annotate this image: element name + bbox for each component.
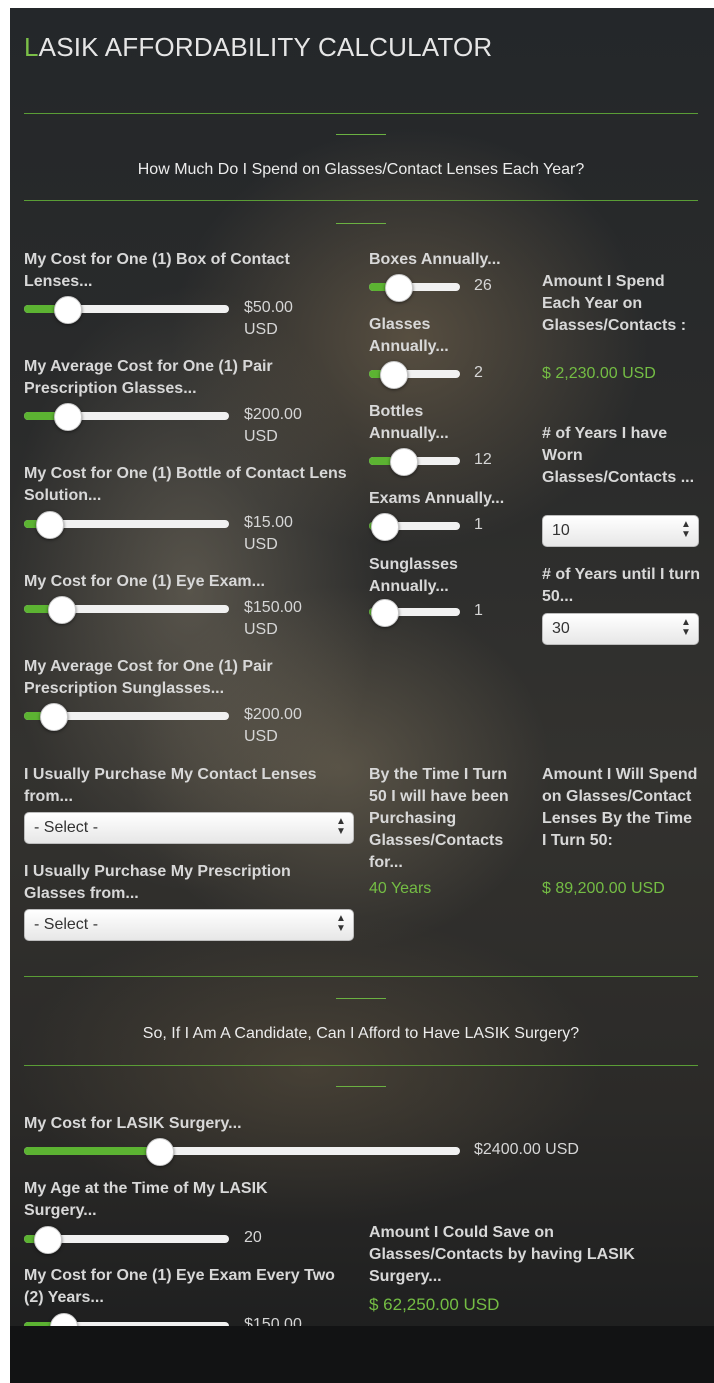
divider	[24, 976, 698, 977]
lasik-age-label: My Age at the Time of My LASIK Surgery..…	[24, 1180, 268, 1219]
biennial-exam-cost-label: My Cost for One (1) Eye Exam Every Two (…	[24, 1267, 335, 1306]
total-spend-label: Amount I Will Spend on Glasses/Contact L…	[542, 766, 698, 849]
years-purchasing-value: 40 Years	[369, 880, 432, 897]
sunglasses-annually-slider[interactable]	[369, 595, 460, 629]
solution-cost-label: My Cost for One (1) Bottle of Contact Le…	[24, 465, 347, 504]
exams-annually-label: Exams Annually...	[369, 490, 505, 507]
years-until-50-select[interactable]: 30 ▲ ▼	[542, 613, 699, 645]
calculator-panel: LASIK AFFORDABILITY CALCULATOR How Much …	[10, 8, 714, 1383]
sunglasses-cost-value: $200.00	[244, 706, 302, 723]
contacts-source-label: I Usually Purchase My Contact Lenses fro…	[24, 766, 317, 805]
contact-box-cost-unit: USD	[244, 321, 278, 338]
eye-exam-cost-unit: USD	[244, 621, 278, 638]
updown-caret-icon: ▲ ▼	[681, 617, 691, 638]
boxes-annually-label: Boxes Annually...	[369, 251, 501, 268]
slider-thumb[interactable]	[371, 513, 399, 541]
savings-value: $ 62,250.00 USD	[369, 1295, 500, 1314]
updown-caret-icon: ▲ ▼	[336, 816, 346, 837]
sunglasses-annually-value: 1	[474, 602, 483, 619]
glasses-cost-unit: USD	[244, 428, 278, 445]
slider-thumb[interactable]	[54, 403, 82, 431]
solution-cost-value: $15.00	[244, 514, 293, 531]
divider-accent	[336, 134, 386, 135]
slider-thumb[interactable]	[40, 703, 68, 731]
title-first-letter: L	[24, 32, 39, 62]
biennial-exam-cost-slider[interactable]	[24, 1309, 229, 1343]
lasik-cost-slider[interactable]	[24, 1134, 460, 1168]
biennial-exam-cost-value: $150.00	[244, 1316, 302, 1333]
years-worn-label: # of Years I have Worn Glasses/Contacts …	[542, 425, 695, 486]
slider-thumb[interactable]	[371, 599, 399, 627]
annual-spend-label: Amount I Spend Each Year on Glasses/Cont…	[542, 273, 687, 334]
years-worn-selected: 10	[552, 522, 570, 539]
contacts-source-selected: - Select -	[34, 819, 99, 836]
divider-accent	[336, 223, 386, 224]
updown-caret-icon: ▲ ▼	[336, 913, 346, 934]
boxes-annually-value: 26	[474, 277, 492, 294]
biennial-exam-cost-unit: USD	[244, 1338, 278, 1355]
annual-spend-value: $ 2,230.00 USD	[542, 365, 656, 382]
divider-accent	[336, 998, 386, 999]
glasses-cost-value: $200.00	[244, 406, 302, 423]
slider-thumb[interactable]	[146, 1138, 174, 1166]
section-heading-spend: How Much Do I Spend on Glasses/Contact L…	[137, 161, 585, 178]
exams-annually-value: 1	[474, 516, 483, 533]
slider-thumb[interactable]	[54, 296, 82, 324]
glasses-annually-value: 2	[474, 364, 483, 381]
solution-cost-slider[interactable]	[24, 507, 229, 541]
lasik-cost-label: My Cost for LASIK Surgery...	[24, 1115, 242, 1132]
savings-label: Amount I Could Save on Glasses/Contacts …	[369, 1224, 635, 1285]
sunglasses-cost-label: My Average Cost for One (1) Pair Prescri…	[24, 658, 273, 697]
total-spend-value: $ 89,200.00 USD	[542, 880, 665, 897]
bottles-annually-label: Bottles Annually...	[369, 403, 449, 442]
bottles-annually-slider[interactable]	[369, 444, 460, 478]
contact-box-cost-label: My Cost for One (1) Box of Contact Lense…	[24, 251, 290, 290]
slider-thumb[interactable]	[48, 596, 76, 624]
sunglasses-cost-unit: USD	[244, 728, 278, 745]
years-until-50-selected: 30	[552, 620, 570, 637]
eye-exam-cost-slider[interactable]	[24, 592, 229, 626]
page-title: LASIK AFFORDABILITY CALCULATOR	[24, 32, 492, 63]
sunglasses-cost-slider[interactable]	[24, 699, 229, 733]
eye-exam-cost-value: $150.00	[244, 599, 302, 616]
slider-thumb[interactable]	[385, 274, 413, 302]
years-until-50-label: # of Years until I turn 50...	[542, 566, 700, 605]
divider	[24, 1065, 698, 1066]
bottles-annually-value: 12	[474, 451, 492, 468]
years-purchasing-label: By the Time I Turn 50 I will have been P…	[369, 766, 509, 871]
glasses-source-label: I Usually Purchase My Prescription Glass…	[24, 863, 291, 902]
exams-annually-slider[interactable]	[369, 509, 460, 543]
slider-thumb[interactable]	[36, 511, 64, 539]
years-worn-select[interactable]: 10 ▲ ▼	[542, 515, 699, 547]
glasses-annually-label: Glasses Annually...	[369, 316, 449, 355]
lasik-age-slider[interactable]	[24, 1222, 229, 1256]
title-rest: ASIK AFFORDABILITY CALCULATOR	[38, 32, 493, 62]
eye-exam-cost-label: My Cost for One (1) Eye Exam...	[24, 573, 265, 590]
slider-thumb[interactable]	[390, 448, 418, 476]
section-heading-lasik: So, If I Am A Candidate, Can I Afford to…	[142, 1025, 580, 1042]
contact-box-cost-value: $50.00	[244, 299, 293, 316]
divider	[24, 113, 698, 114]
glasses-source-select[interactable]: - Select - ▲ ▼	[24, 909, 354, 941]
divider-accent	[336, 1086, 386, 1087]
divider	[24, 200, 698, 201]
contacts-source-select[interactable]: - Select - ▲ ▼	[24, 812, 354, 844]
slider-thumb[interactable]	[380, 361, 408, 389]
glasses-annually-slider[interactable]	[369, 357, 460, 391]
glasses-cost-label: My Average Cost for One (1) Pair Prescri…	[24, 358, 273, 397]
lasik-age-value: 20	[244, 1229, 262, 1246]
slider-thumb[interactable]	[34, 1226, 62, 1254]
glasses-cost-slider[interactable]	[24, 399, 229, 433]
sunglasses-annually-label: Sunglasses Annually...	[369, 556, 458, 595]
boxes-annually-slider[interactable]	[369, 270, 460, 304]
contact-box-cost-slider[interactable]	[24, 292, 229, 326]
lasik-cost-value: $2400.00 USD	[474, 1141, 579, 1158]
slider-thumb[interactable]	[50, 1313, 78, 1341]
updown-caret-icon: ▲ ▼	[681, 519, 691, 540]
glasses-source-selected: - Select -	[34, 916, 99, 933]
solution-cost-unit: USD	[244, 536, 278, 553]
